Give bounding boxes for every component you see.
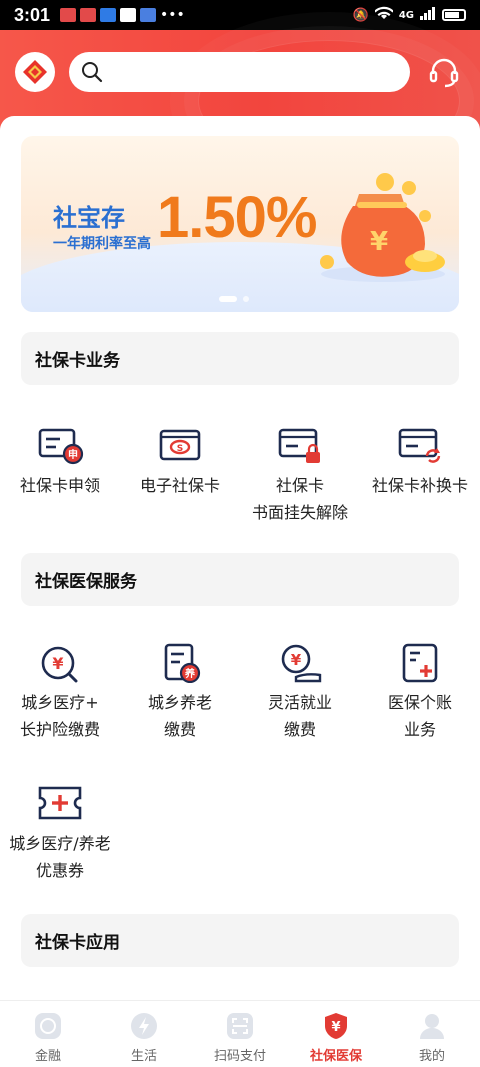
service-label-line2: 缴费	[283, 720, 316, 739]
banner-title: 社宝存	[53, 204, 125, 232]
service-label: 社保卡补换卡	[371, 476, 468, 495]
electronic-card-icon: S	[159, 429, 201, 461]
section-header-card-apps: 社保卡应用	[21, 914, 459, 967]
life-icon	[131, 1013, 157, 1039]
svg-text:养: 养	[184, 667, 196, 680]
tab-social-medical[interactable]: ¥ 社保医保	[288, 1001, 384, 1067]
promo-banner[interactable]: 社宝存 一年期利率至高 1.50% ¥	[21, 136, 459, 312]
bottom-tab-bar: 金融 生活 扫码支付 ¥ 社保医保 我的	[0, 1000, 480, 1067]
tab-label: 社保医保	[309, 1049, 362, 1064]
card-apply-icon: 申	[38, 428, 84, 465]
service-label-line2: 书面挂失解除	[251, 503, 348, 522]
tab-label: 我的	[418, 1049, 445, 1064]
service-label-line1: 城乡养老	[147, 693, 212, 712]
headset-icon	[429, 58, 459, 88]
finance-icon	[35, 1013, 61, 1039]
svg-text:申: 申	[68, 448, 78, 461]
svg-text:¥: ¥	[370, 227, 388, 257]
svg-text:¥: ¥	[52, 654, 63, 673]
scan-icon	[227, 1013, 253, 1039]
tab-label: 扫码支付	[213, 1049, 266, 1064]
status-time: 3:01	[14, 4, 51, 25]
tab-label: 生活	[130, 1049, 157, 1064]
service-pension-payment[interactable]: 养 城乡养老 缴费	[120, 643, 240, 743]
card-lock-icon	[278, 428, 320, 463]
status-indicators: 🔕 4G	[353, 6, 466, 24]
svg-text:¥: ¥	[291, 651, 302, 669]
customer-service-button[interactable]	[426, 54, 462, 90]
search-icon	[82, 62, 103, 83]
mute-icon: 🔕	[352, 7, 369, 23]
service-medical-account[interactable]: 医保个账 业务	[360, 643, 480, 743]
service-label-line2: 长护险缴费	[19, 720, 100, 739]
service-label-line1: 城乡医疗/养老	[9, 834, 111, 853]
service-card-unfreeze[interactable]: 社保卡 书面挂失解除	[240, 426, 360, 526]
signal-icon	[420, 6, 436, 24]
service-medical-payment[interactable]: ¥ 城乡医疗+ 长护险缴费	[0, 643, 120, 743]
app-notification-icon	[80, 8, 97, 22]
service-label-line1: 灵活就业	[267, 693, 332, 712]
section-header-medical-services: 社保医保服务	[21, 553, 459, 606]
service-label-line2: 业务	[403, 720, 436, 739]
flexible-employment-icon: ¥	[281, 644, 322, 683]
service-label-line1: 城乡医疗+	[21, 693, 99, 712]
card-replace-icon	[398, 428, 441, 463]
service-label: 社保卡申领	[19, 476, 100, 495]
service-coupon[interactable]: 城乡医疗/养老 优惠券	[0, 784, 120, 884]
section-header-card-business: 社保卡业务	[21, 332, 459, 385]
more-notifications-icon: •••	[160, 7, 185, 23]
service-label-line1: 医保个账	[387, 693, 452, 712]
service-label-line1: 社保卡	[275, 476, 324, 495]
status-bar: 3:01 ••• 🔕 4G	[0, 0, 480, 30]
shield-icon: ¥	[325, 1013, 347, 1039]
medical-account-icon	[402, 643, 438, 683]
coupon-icon	[38, 786, 82, 820]
app-notification-icon	[60, 8, 77, 22]
medical-payment-icon: ¥	[41, 646, 78, 683]
cloud-notification-icon	[100, 8, 117, 22]
tab-scan-pay[interactable]: 扫码支付	[192, 1001, 288, 1067]
search-input[interactable]	[111, 63, 391, 81]
money-bag-icon: ¥	[320, 173, 445, 282]
app-logo[interactable]	[15, 52, 55, 92]
logo-icon	[23, 60, 47, 84]
network-type: 4G	[398, 9, 414, 21]
tab-life[interactable]: 生活	[96, 1001, 192, 1067]
service-label-line2: 优惠券	[35, 861, 84, 880]
carousel-dot-active	[219, 296, 237, 302]
notification-icons: •••	[60, 7, 185, 23]
search-bar[interactable]	[69, 52, 410, 92]
wifi-icon	[373, 6, 394, 24]
service-card-apply[interactable]: 申 社保卡申领	[0, 426, 120, 499]
pension-payment-icon: 养	[164, 643, 201, 683]
carousel-indicator	[219, 296, 249, 302]
app-notification-icon	[120, 8, 137, 22]
tab-label: 金融	[34, 1049, 61, 1064]
tab-mine[interactable]: 我的	[384, 1001, 480, 1067]
service-label-line2: 缴费	[163, 720, 196, 739]
service-label: 电子社保卡	[139, 476, 220, 495]
banner-subtitle: 一年期利率至高	[53, 236, 151, 252]
user-icon	[420, 1014, 444, 1039]
svg-text:¥: ¥	[331, 1020, 340, 1035]
service-flexible-employment[interactable]: ¥ 灵活就业 缴费	[240, 643, 360, 743]
banner-rate: 1.50%	[157, 185, 317, 250]
service-card-replace[interactable]: 社保卡补换卡	[360, 426, 480, 499]
app-notification-icon	[140, 8, 157, 22]
service-electronic-card[interactable]: S 电子社保卡	[120, 426, 240, 499]
main-content: 社宝存 一年期利率至高 1.50% ¥ 社保卡业务 申 社保卡申领 S 电子社保…	[0, 116, 480, 1000]
svg-text:S: S	[177, 444, 183, 454]
battery-icon	[442, 9, 466, 21]
carousel-dot	[243, 296, 249, 302]
tab-finance[interactable]: 金融	[0, 1001, 96, 1067]
